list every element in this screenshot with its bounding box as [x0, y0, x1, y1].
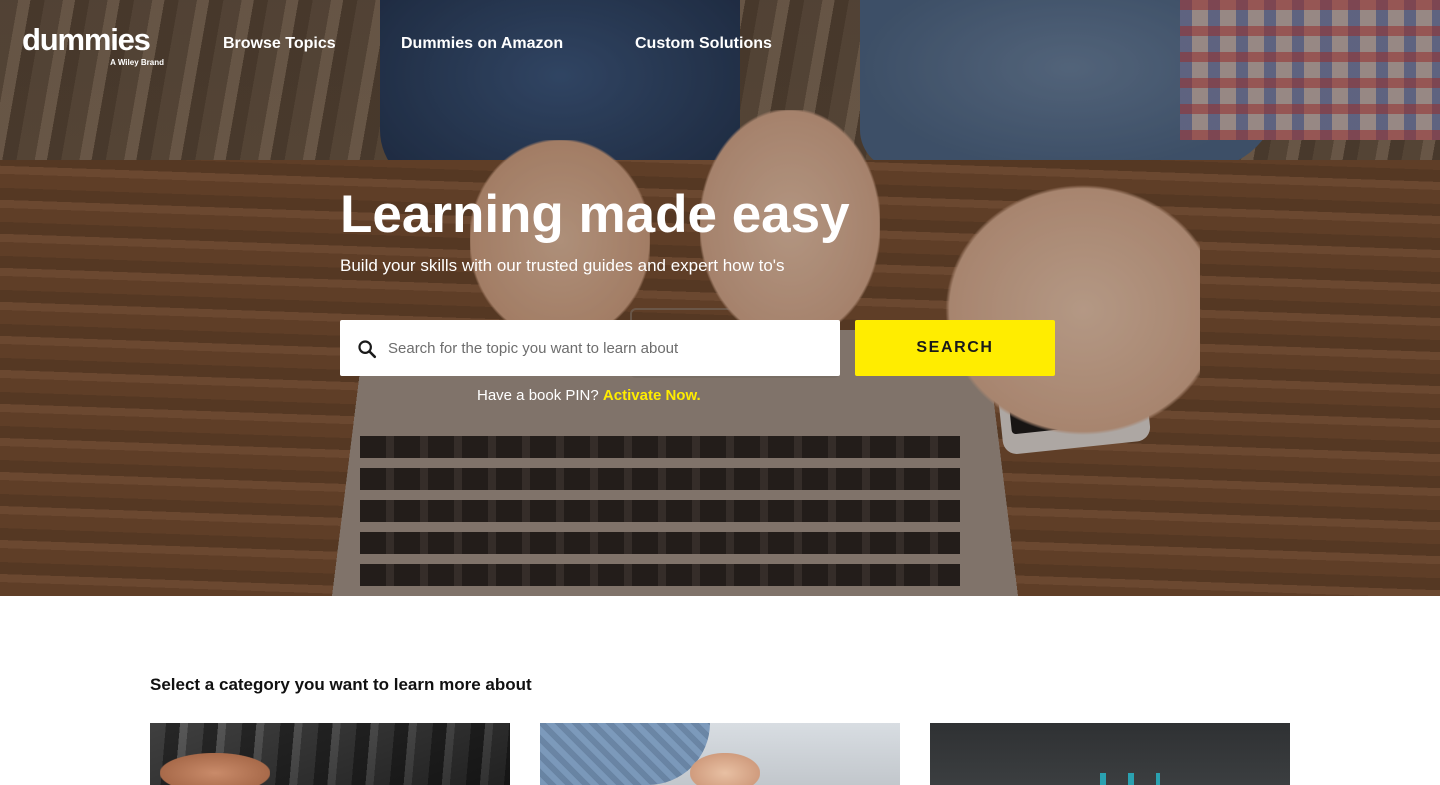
- hero-subtitle: Build your skills with our trusted guide…: [340, 256, 785, 275]
- top-navigation: dummies A Wiley Brand Browse Topics Dumm…: [0, 0, 1440, 90]
- nav-dummies-on-amazon[interactable]: Dummies on Amazon: [401, 34, 563, 54]
- category-heading: Select a category you want to learn more…: [150, 675, 532, 694]
- search-input[interactable]: [388, 320, 828, 376]
- search-button[interactable]: SEARCH: [855, 320, 1055, 376]
- nav-custom-solutions[interactable]: Custom Solutions: [635, 34, 772, 54]
- search-box: [340, 320, 840, 376]
- logo-wordmark: dummies: [22, 22, 151, 57]
- pin-prompt-text: Have a book PIN?: [477, 387, 599, 404]
- hero-title: Learning made easy: [340, 185, 850, 244]
- category-card-1[interactable]: [150, 723, 510, 785]
- nav-browse-topics[interactable]: Browse Topics: [223, 34, 336, 54]
- hero-banner: dummies A Wiley Brand Browse Topics Dumm…: [0, 0, 1440, 596]
- category-card-3[interactable]: [930, 723, 1290, 785]
- book-pin-prompt: Have a book PIN? Activate Now.: [477, 386, 701, 406]
- category-card-2[interactable]: [540, 723, 900, 785]
- search-icon: [356, 338, 378, 360]
- activate-now-link[interactable]: Activate Now.: [603, 387, 701, 404]
- logo-tagline: A Wiley Brand: [110, 58, 164, 67]
- dummies-logo[interactable]: dummies A Wiley Brand: [22, 24, 172, 70]
